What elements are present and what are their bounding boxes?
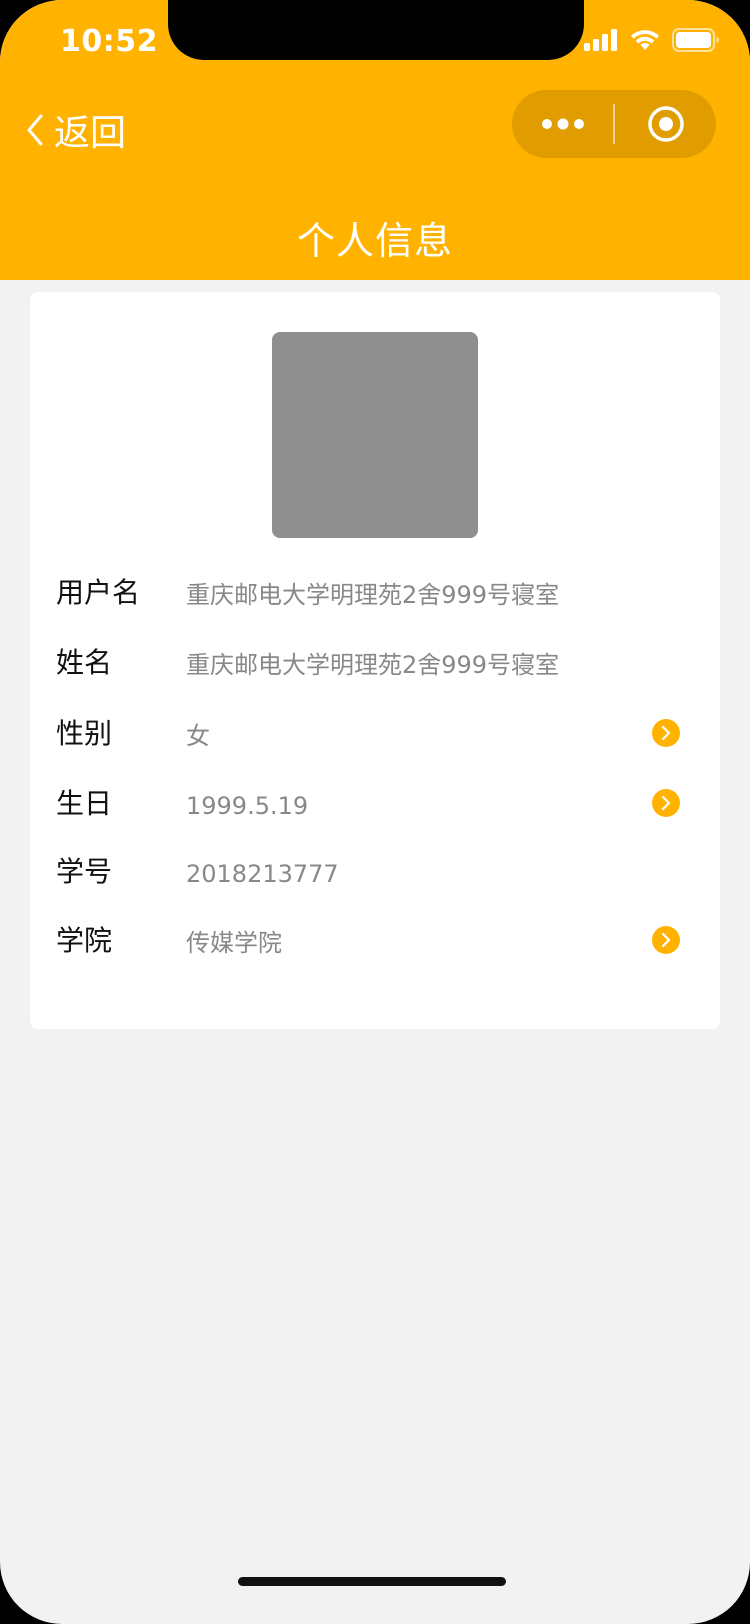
row-value: 重庆邮电大学明理苑2舍999号寝室 bbox=[186, 581, 560, 609]
profile-row-birthday[interactable]: 生日 1999.5.19 bbox=[56, 779, 696, 829]
back-button[interactable]: 返回 bbox=[24, 104, 126, 156]
status-time: 10:52 bbox=[60, 24, 158, 59]
row-label: 性别 bbox=[56, 717, 113, 750]
back-label: 返回 bbox=[54, 113, 127, 154]
home-indicator[interactable] bbox=[238, 1577, 506, 1586]
row-label: 姓名 bbox=[56, 646, 113, 679]
profile-row-student-id: 学号 2018213777 bbox=[56, 847, 696, 897]
notch bbox=[168, 0, 584, 60]
chevron-right-icon[interactable] bbox=[652, 926, 680, 954]
profile-row-college[interactable]: 学院 传媒学院 bbox=[56, 916, 696, 966]
row-label: 生日 bbox=[56, 787, 113, 820]
profile-card: 用户名 重庆邮电大学明理苑2舍999号寝室 姓名 重庆邮电大学明理苑2舍999号… bbox=[30, 292, 720, 1029]
chevron-left-icon bbox=[27, 114, 43, 146]
row-value: 2018213777 bbox=[186, 860, 339, 888]
signal-icon bbox=[584, 29, 617, 51]
phone-screen: 10:52 返回 个人信息 用户名 重庆邮电大学明理苑2舍999号寝室 姓名 重… bbox=[0, 0, 750, 1624]
more-button[interactable] bbox=[512, 90, 613, 158]
row-value: 女 bbox=[186, 722, 210, 750]
wifi-icon bbox=[631, 30, 659, 50]
avatar[interactable] bbox=[272, 332, 478, 538]
battery-icon bbox=[672, 28, 719, 52]
page-title: 个人信息 bbox=[296, 219, 453, 263]
row-label: 用户名 bbox=[56, 576, 141, 609]
row-value: 1999.5.19 bbox=[186, 792, 309, 820]
row-label: 学院 bbox=[56, 924, 113, 957]
mini-program-capsule bbox=[512, 90, 716, 158]
row-label: 学号 bbox=[56, 855, 113, 888]
status-icons bbox=[584, 28, 720, 52]
more-dots-icon bbox=[541, 118, 584, 130]
header: 10:52 返回 个人信息 bbox=[0, 0, 750, 280]
profile-row-name: 姓名 重庆邮电大学明理苑2舍999号寝室 bbox=[56, 638, 696, 688]
close-button[interactable] bbox=[615, 90, 716, 158]
profile-row-gender[interactable]: 性别 女 bbox=[56, 709, 696, 759]
row-value: 重庆邮电大学明理苑2舍999号寝室 bbox=[186, 651, 560, 679]
row-value: 传媒学院 bbox=[186, 929, 282, 957]
profile-row-username: 用户名 重庆邮电大学明理苑2舍999号寝室 bbox=[56, 568, 696, 618]
chevron-right-icon[interactable] bbox=[652, 789, 680, 817]
chevron-right-icon[interactable] bbox=[652, 719, 680, 747]
target-circle-icon bbox=[647, 106, 684, 142]
